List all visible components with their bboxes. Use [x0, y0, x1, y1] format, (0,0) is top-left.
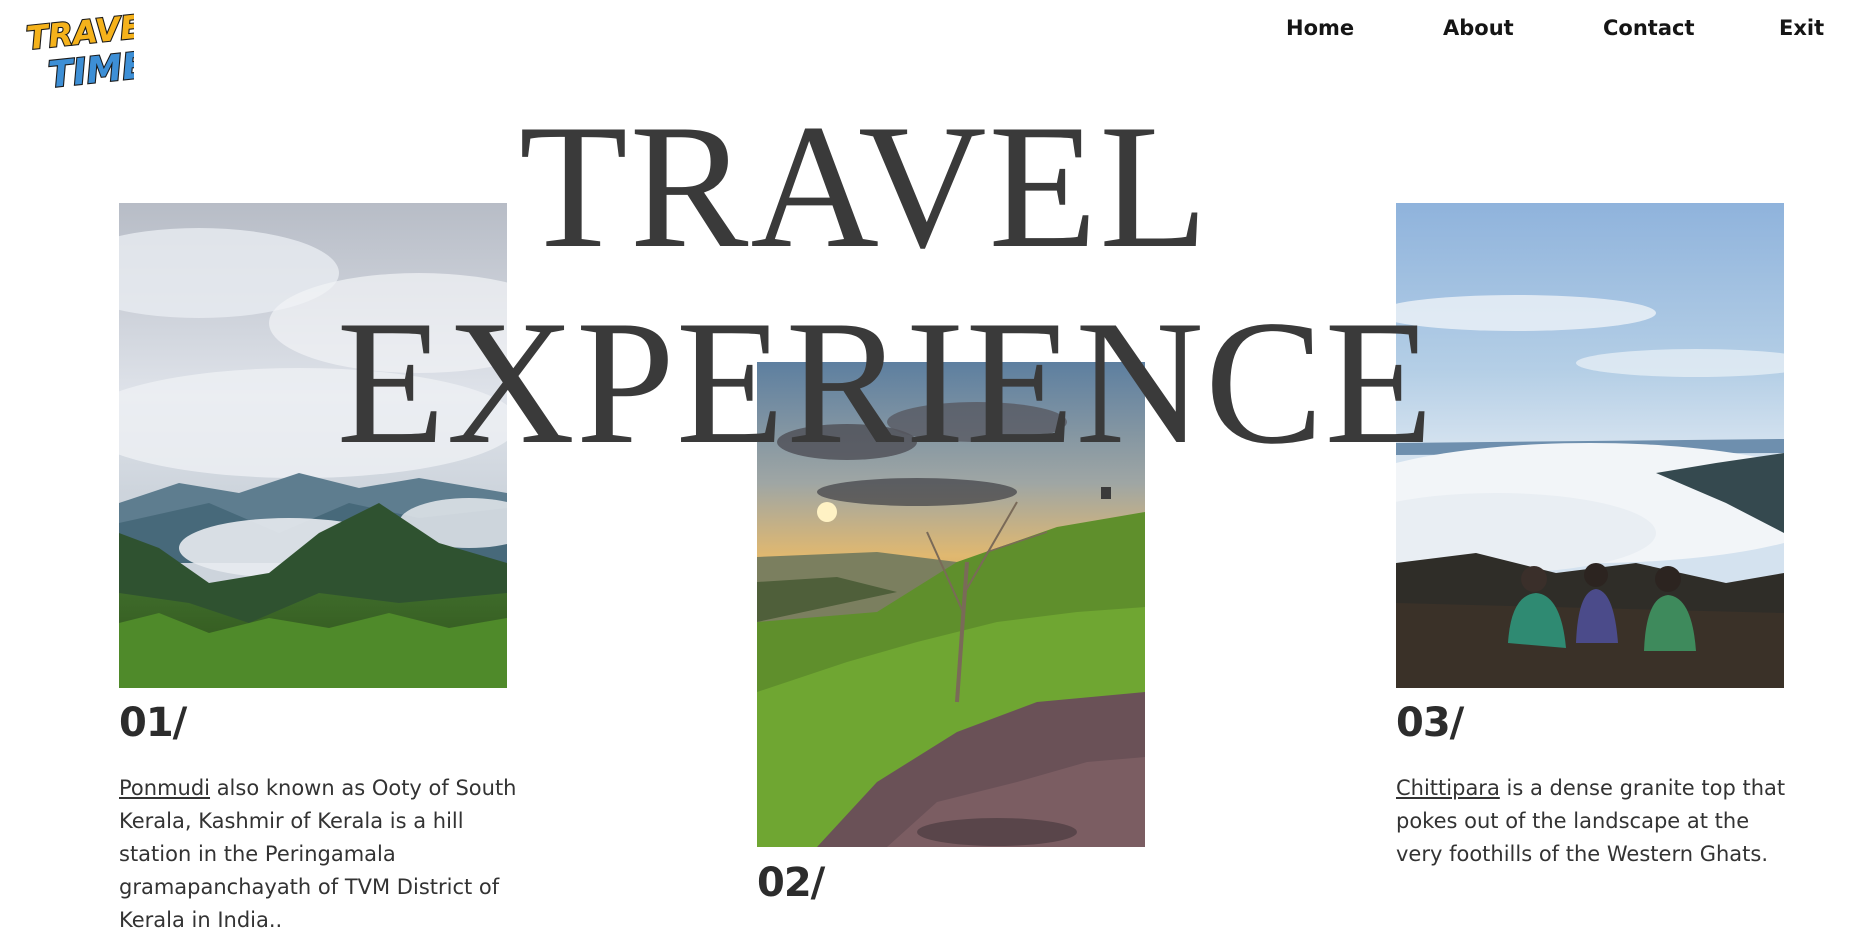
card-1-description: Ponmudi also known as Ooty of South Kera…	[119, 772, 519, 937]
nav-home-link[interactable]: Home	[1286, 16, 1354, 40]
card-2-number: 02/	[757, 860, 825, 906]
card-1-photo	[119, 203, 507, 688]
card-3-description: Chittipara is a dense granite top that p…	[1396, 772, 1796, 871]
card-3-number: 03/	[1396, 700, 1464, 746]
card-3-photo	[1396, 203, 1784, 688]
ponmudi-link[interactable]: Ponmudi	[119, 776, 210, 800]
nav-contact-link[interactable]: Contact	[1603, 16, 1695, 40]
nav-about-link[interactable]: About	[1443, 16, 1514, 40]
chittipara-link[interactable]: Chittipara	[1396, 776, 1500, 800]
card-1-number: 01/	[119, 700, 187, 746]
main-nav: Home About Contact Exit	[0, 16, 1871, 50]
nav-exit-link[interactable]: Exit	[1779, 16, 1824, 40]
card-2-photo	[757, 362, 1145, 847]
